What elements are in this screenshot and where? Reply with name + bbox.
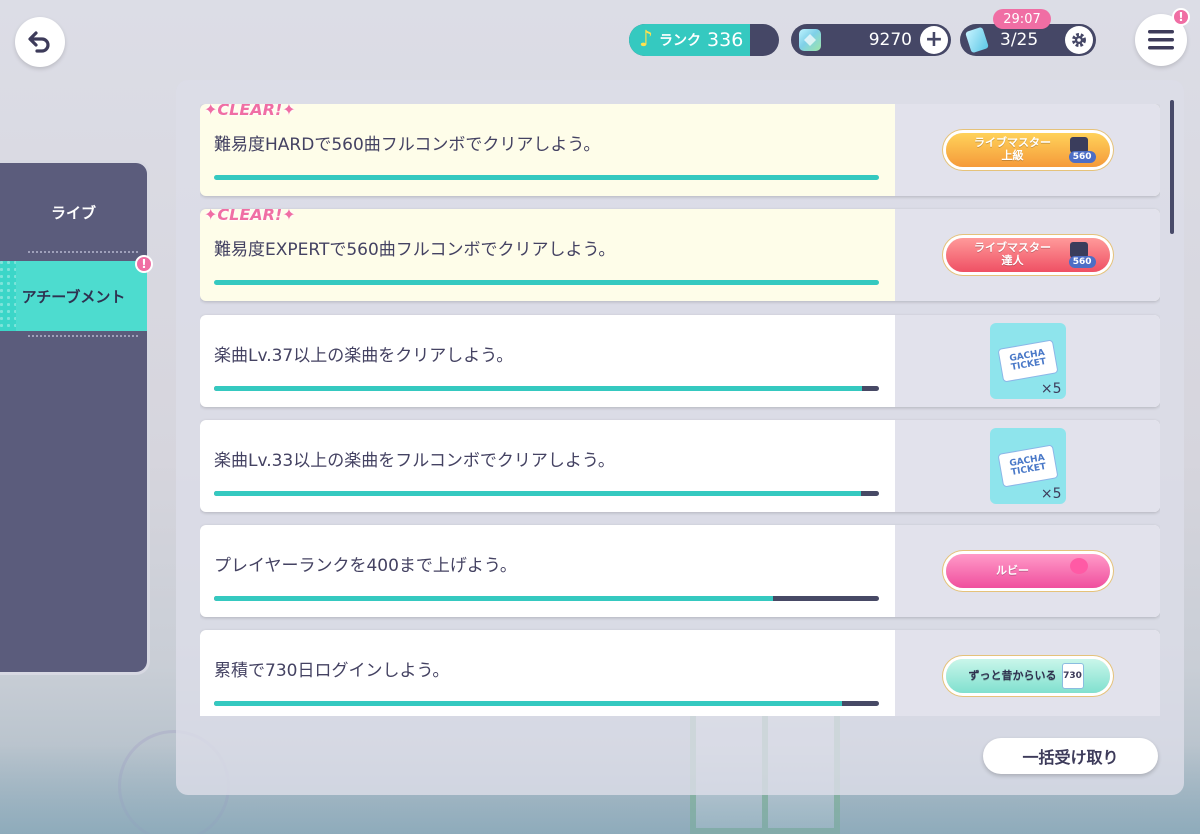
ticket-settings-button[interactable] bbox=[1065, 26, 1093, 54]
mission-text: 難易度EXPERTで560曲フルコンボでクリアしよう。 bbox=[214, 240, 616, 260]
mission-progress-fill bbox=[214, 701, 843, 706]
mission-body: ✦CLEAR!✦ 難易度EXPERTで560曲フルコンボでクリアしよう。 bbox=[200, 209, 895, 301]
mission-body: 楽曲Lv.37以上の楽曲をクリアしよう。 bbox=[200, 315, 895, 407]
reward-badge: ライブマスター 上級 560 bbox=[945, 133, 1110, 167]
mission-card[interactable]: 楽曲Lv.33以上の楽曲をフルコンボでクリアしよう。 GACHA TICKET … bbox=[200, 420, 1160, 512]
mission-body: プレイヤーランクを400まで上げよう。 bbox=[200, 525, 895, 617]
rank-label: ランク bbox=[659, 33, 702, 49]
mission-progress-bar bbox=[214, 280, 879, 285]
reward-badge: ずっと昔からいる 730 bbox=[945, 659, 1110, 693]
tab-live-label: ライブ bbox=[50, 203, 96, 222]
crystal-icon bbox=[799, 29, 821, 51]
ruby-icon bbox=[1069, 558, 1088, 574]
reward-quantity: ×5 bbox=[1040, 381, 1062, 397]
rank-display: ♪ ランク 336 bbox=[629, 24, 779, 56]
mission-card[interactable]: ✦CLEAR!✦ 難易度HARDで560曲フルコンボでクリアしよう。 ライブマス… bbox=[200, 104, 1160, 196]
mission-text: 楽曲Lv.33以上の楽曲をフルコンボでクリアしよう。 bbox=[214, 451, 615, 471]
mission-reward: ライブマスター 上級 560 bbox=[895, 104, 1160, 196]
gem-count: 9270 bbox=[868, 30, 912, 50]
mission-list-scrollbar[interactable] bbox=[1170, 100, 1174, 234]
live-ticket-count: 3/25 bbox=[1000, 30, 1039, 50]
sidebar-divider bbox=[28, 251, 138, 253]
music-note-icon: ♪ bbox=[639, 27, 654, 52]
reward-badge: ルビー bbox=[945, 554, 1110, 588]
add-gems-button[interactable]: + bbox=[920, 26, 948, 54]
mission-reward: GACHA TICKET ×5 bbox=[895, 420, 1160, 512]
reward-badge-sublabel: 上級 bbox=[1001, 149, 1024, 162]
rank-value: 336 bbox=[707, 29, 744, 51]
mission-progress-bar bbox=[214, 701, 879, 706]
clear-tag: ✦CLEAR!✦ bbox=[204, 104, 296, 119]
reward-badge-label: ライブマスター bbox=[974, 136, 1051, 150]
mission-progress-fill bbox=[214, 386, 863, 391]
mission-progress-fill bbox=[214, 280, 879, 285]
tab-live[interactable]: ライブ bbox=[0, 177, 147, 247]
tab-achievement[interactable]: アチーブメント bbox=[0, 261, 147, 331]
mission-text: 難易度HARDで560曲フルコンボでクリアしよう。 bbox=[214, 135, 601, 155]
mission-progress-bar bbox=[214, 491, 879, 496]
mission-card[interactable]: 楽曲Lv.37以上の楽曲をクリアしよう。 GACHA TICKET ×5 bbox=[200, 315, 1160, 407]
reward-badge-label: ルビー bbox=[996, 563, 1029, 577]
sidebar-divider bbox=[28, 335, 138, 337]
category-sidebar: ライブ アチーブメント bbox=[0, 160, 150, 675]
mission-text: 楽曲Lv.37以上の楽曲をクリアしよう。 bbox=[214, 346, 514, 366]
reward-badge-label: ライブマスター bbox=[974, 241, 1051, 255]
hamburger-menu-icon bbox=[1148, 30, 1174, 50]
mission-list[interactable]: ✦CLEAR!✦ 難易度HARDで560曲フルコンボでクリアしよう。 ライブマス… bbox=[200, 104, 1160, 716]
mission-card[interactable]: ✦CLEAR!✦ 難易度EXPERTで560曲フルコンボでクリアしよう。 ライブ… bbox=[200, 209, 1160, 301]
clear-tag: ✦CLEAR!✦ bbox=[204, 209, 296, 224]
reward-quantity: ×5 bbox=[1040, 486, 1062, 502]
gem-display: 9270 + bbox=[791, 24, 951, 56]
reward-badge-label-wrap: ライブマスター 達人 bbox=[974, 242, 1081, 267]
back-arrow-icon bbox=[28, 31, 50, 53]
reward-badge-tag: 560 bbox=[1068, 256, 1096, 268]
mission-progress-fill bbox=[214, 491, 862, 496]
gacha-ticket-icon: GACHA TICKET bbox=[996, 339, 1059, 383]
tab-achievement-label: アチーブメント bbox=[21, 287, 126, 306]
gear-icon bbox=[1072, 33, 1086, 47]
menu-alert-badge: ! bbox=[1172, 8, 1190, 26]
mission-progress-bar bbox=[214, 386, 879, 391]
mission-text: プレイヤーランクを400まで上げよう。 bbox=[214, 556, 517, 576]
achievement-alert-badge: ! bbox=[135, 255, 153, 273]
reward-badge-tag: 560 bbox=[1068, 151, 1096, 163]
mission-card[interactable]: プレイヤーランクを400まで上げよう。 ルビー bbox=[200, 525, 1160, 617]
receive-all-button[interactable]: 一括受け取り bbox=[983, 738, 1158, 774]
back-button[interactable] bbox=[15, 17, 65, 67]
mission-progress-fill bbox=[214, 175, 879, 180]
mission-reward: GACHA TICKET ×5 bbox=[895, 315, 1160, 407]
mission-body: ✦CLEAR!✦ 難易度HARDで560曲フルコンボでクリアしよう。 bbox=[200, 104, 895, 196]
mission-reward: ルビー bbox=[895, 525, 1160, 617]
reward-badge: ライブマスター 達人 560 bbox=[945, 238, 1110, 272]
mission-reward: ずっと昔からいる 730 bbox=[895, 630, 1160, 716]
mission-card[interactable]: 累積で730日ログインしよう。 ずっと昔からいる 730 bbox=[200, 630, 1160, 716]
mission-progress-fill bbox=[214, 596, 773, 601]
mission-reward: ライブマスター 達人 560 bbox=[895, 209, 1160, 301]
reward-badge-label-wrap: ライブマスター 上級 bbox=[974, 137, 1081, 162]
mission-text: 累積で730日ログインしよう。 bbox=[214, 661, 450, 681]
reward-badge-sublabel: 達人 bbox=[1001, 254, 1024, 267]
mission-progress-bar bbox=[214, 596, 879, 601]
live-ticket-icon bbox=[965, 26, 989, 54]
mission-body: 楽曲Lv.33以上の楽曲をフルコンボでクリアしよう。 bbox=[200, 420, 895, 512]
gacha-ticket-icon: GACHA TICKET bbox=[996, 444, 1059, 488]
gacha-ticket-reward: GACHA TICKET ×5 bbox=[989, 428, 1066, 504]
plus-icon: + bbox=[924, 27, 944, 52]
ticket-recovery-timer: 29:07 bbox=[993, 9, 1051, 29]
mission-body: 累積で730日ログインしよう。 bbox=[200, 630, 895, 716]
mission-progress-bar bbox=[214, 175, 879, 180]
calendar-icon: 730 bbox=[1061, 663, 1084, 689]
gacha-ticket-reward: GACHA TICKET ×5 bbox=[989, 323, 1066, 399]
